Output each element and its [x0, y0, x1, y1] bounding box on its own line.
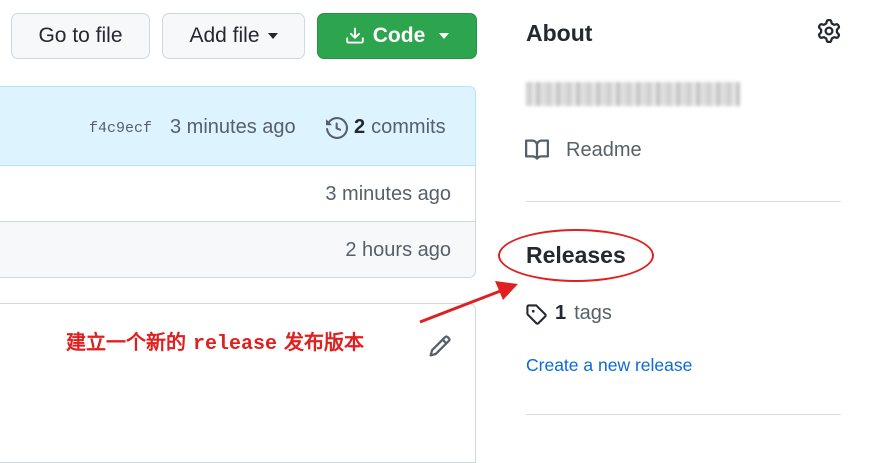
create-release-link[interactable]: Create a new release [526, 355, 692, 376]
readme-link[interactable]: Readme [524, 138, 642, 162]
sidebar-divider [526, 201, 841, 202]
gear-icon[interactable] [817, 19, 841, 43]
tag-count: 1 [555, 302, 567, 324]
about-heading: About [526, 20, 593, 46]
readme-label: Readme [566, 138, 642, 161]
annotation-arrow [419, 281, 518, 324]
sidebar-divider [526, 414, 841, 415]
tag-icon [526, 303, 547, 325]
tags-label: tags [574, 302, 612, 324]
releases-heading[interactable]: Releases [526, 242, 626, 269]
blurred-description [526, 82, 740, 106]
tags-link[interactable]: 1 tags [525, 302, 612, 325]
book-icon [525, 139, 550, 160]
